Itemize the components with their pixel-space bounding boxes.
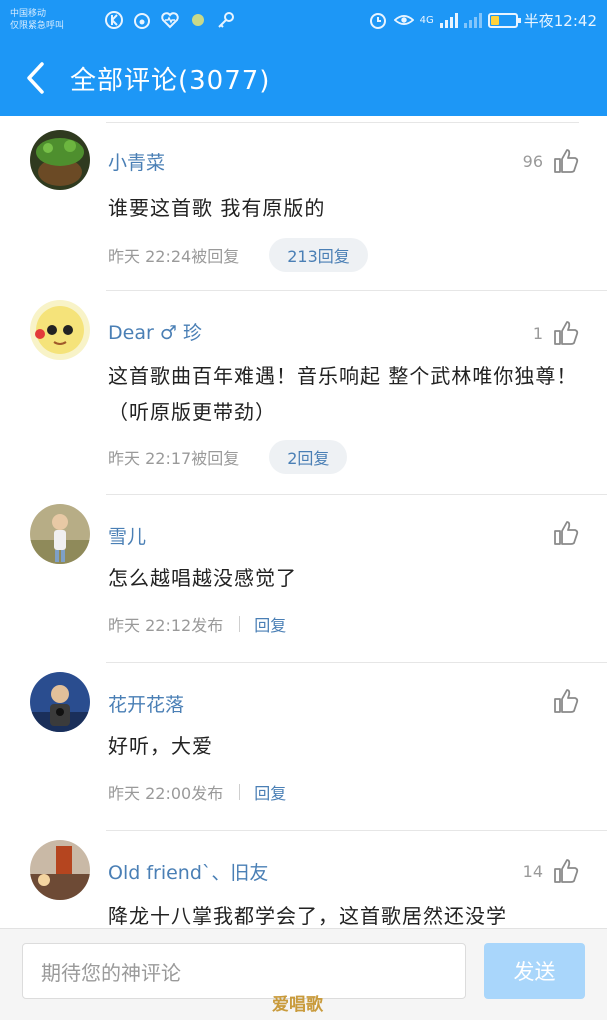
- signal-icon: [439, 12, 458, 28]
- comment-meta: 昨天 22:24被回复 213回复: [108, 238, 368, 272]
- comment-author[interactable]: 花开花落: [108, 690, 184, 717]
- status-bar: 中国移动 仅限紧急呼叫 4G 半夜12:42: [0, 0, 607, 40]
- comment-text: 这首歌曲百年难遇！音乐响起 整个武林唯你独尊！（听原版更带劲）: [108, 364, 578, 424]
- comment-author[interactable]: 雪儿: [108, 522, 146, 549]
- divider: [106, 290, 607, 291]
- like-count: 96: [522, 151, 543, 171]
- battery-icon: [487, 12, 521, 28]
- comment-meta: 昨天 22:12发布 回复: [108, 612, 286, 636]
- avatar[interactable]: [30, 840, 90, 900]
- comment-author[interactable]: Old friend`、旧友: [108, 858, 268, 885]
- comment-time: 昨天 22:17被回复: [108, 449, 240, 468]
- thumbs-up-icon: [554, 321, 579, 345]
- back-button[interactable]: [0, 40, 70, 116]
- reply-button[interactable]: 回复: [254, 612, 286, 636]
- dot-icon: [188, 10, 208, 30]
- comment-text: 降龙十八掌我都学会了，这首歌居然还没学: [108, 904, 507, 928]
- carrier-info: 中国移动 仅限紧急呼叫: [10, 8, 100, 32]
- comment-time: 昨天 22:00发布: [108, 784, 224, 803]
- carrier-name: 中国移动: [10, 9, 47, 19]
- comment-author[interactable]: Dear ♂ 珍: [108, 318, 202, 345]
- like-button[interactable]: 1: [533, 320, 579, 346]
- comment-text: 谁要这首歌 我有原版的: [108, 196, 326, 220]
- signal-icon-2: [463, 12, 482, 28]
- comment-text: 好听，大爱: [108, 734, 213, 758]
- divider: [106, 830, 607, 831]
- like-button[interactable]: 14: [523, 858, 579, 884]
- like-button[interactable]: 96: [523, 148, 579, 174]
- comment-input[interactable]: 期待您的神评论: [22, 943, 466, 999]
- avatar[interactable]: [30, 300, 90, 360]
- reply-button[interactable]: 回复: [254, 780, 286, 804]
- reply-count-button[interactable]: 2回复: [269, 440, 348, 474]
- back-arrow-icon: [27, 62, 44, 94]
- separator: [239, 616, 241, 632]
- send-button[interactable]: 发送: [484, 943, 585, 999]
- like-count: 14: [522, 861, 543, 881]
- key-icon: [216, 10, 236, 30]
- like-button[interactable]: [543, 688, 579, 714]
- comment-meta: 昨天 22:00发布 回复: [108, 780, 286, 804]
- status-right: 4G 半夜12:42: [368, 10, 597, 31]
- weibo-icon: [132, 10, 152, 30]
- health-icon: [160, 10, 180, 30]
- thumbs-up-icon: [554, 859, 579, 883]
- divider: [106, 662, 607, 663]
- thumbs-up-icon: [554, 689, 579, 713]
- comment-time: 昨天 22:24被回复: [108, 247, 240, 266]
- page-title: 全部评论(3077): [70, 65, 271, 96]
- comments-screen: 中国移动 仅限紧急呼叫 4G 半夜12:42 全部评论(3077) 小青菜 96…: [0, 0, 607, 1020]
- reply-count-button[interactable]: 213回复: [269, 238, 368, 272]
- like-button[interactable]: [543, 520, 579, 546]
- comment-meta: 昨天 22:17被回复 2回复: [108, 440, 348, 474]
- title-bar: 全部评论(3077): [0, 40, 607, 116]
- notification-icons: [104, 10, 236, 30]
- emergency-only-text: 仅限紧急呼叫: [10, 21, 65, 31]
- thumbs-up-icon: [554, 521, 579, 545]
- network-type: 4G: [419, 14, 434, 26]
- kugou-icon: [104, 10, 124, 30]
- avatar[interactable]: [30, 672, 90, 732]
- comment-list[interactable]: 小青菜 96 谁要这首歌 我有原版的 昨天 22:24被回复 213回复 Dea…: [0, 116, 607, 928]
- divider: [106, 122, 579, 123]
- separator: [239, 784, 241, 800]
- clock-time: 半夜12:42: [523, 11, 597, 30]
- comment-author[interactable]: 小青菜: [108, 148, 165, 175]
- eye-icon: [393, 10, 414, 30]
- avatar[interactable]: [30, 504, 90, 564]
- comment-text: 怎么越唱越没感觉了: [108, 566, 297, 590]
- alarm-icon: [368, 10, 388, 30]
- avatar[interactable]: [30, 130, 90, 190]
- comment-time: 昨天 22:12发布: [108, 616, 224, 635]
- watermark: 爱唱歌: [272, 995, 323, 1015]
- divider: [106, 494, 607, 495]
- like-count: 1: [532, 323, 543, 343]
- thumbs-up-icon: [554, 149, 579, 173]
